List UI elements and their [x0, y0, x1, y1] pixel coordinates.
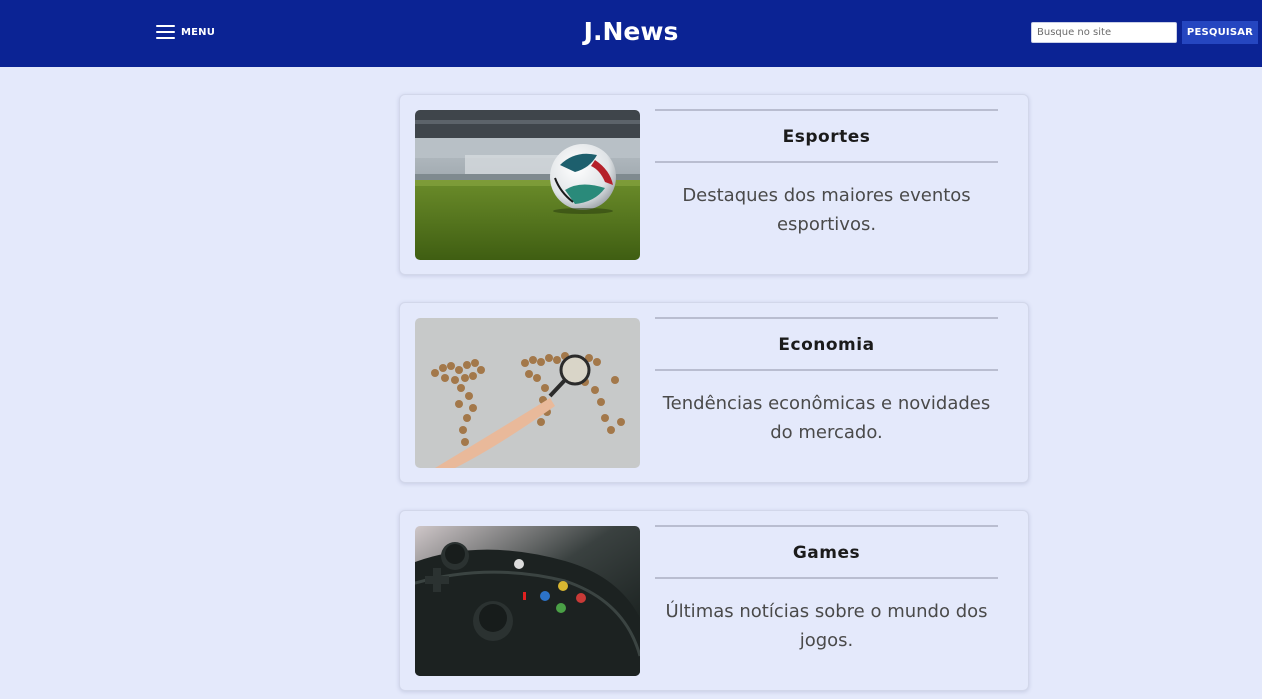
news-card-games[interactable]: Games Últimas notícias sobre o mundo dos… [399, 510, 1029, 691]
card-description: Tendências econômicas e novidades do mer… [662, 393, 991, 443]
divider [655, 317, 998, 319]
top-navbar: MENU J.News PESQUISAR [0, 0, 1262, 67]
news-card-esportes[interactable]: Esportes Destaques dos maiores eventos e… [399, 94, 1029, 275]
card-description: Últimas notícias sobre o mundo dos jogos… [665, 601, 988, 651]
game-controller-photo[interactable] [415, 526, 640, 676]
coin-world-map-photo[interactable] [415, 318, 640, 468]
card-title[interactable]: Games [655, 543, 998, 563]
divider [655, 525, 998, 527]
card-title[interactable]: Economia [655, 335, 998, 355]
news-card-economia[interactable]: Economia Tendências econômicas e novidad… [399, 302, 1029, 483]
divider [655, 161, 998, 163]
card-title[interactable]: Esportes [655, 127, 998, 147]
search-input[interactable] [1031, 22, 1177, 43]
divider [655, 369, 998, 371]
divider [655, 577, 998, 579]
soccer-ball-photo[interactable] [415, 110, 640, 260]
search-button[interactable]: PESQUISAR [1182, 21, 1258, 44]
divider [655, 109, 998, 111]
card-description: Destaques dos maiores eventos esportivos… [682, 185, 971, 235]
